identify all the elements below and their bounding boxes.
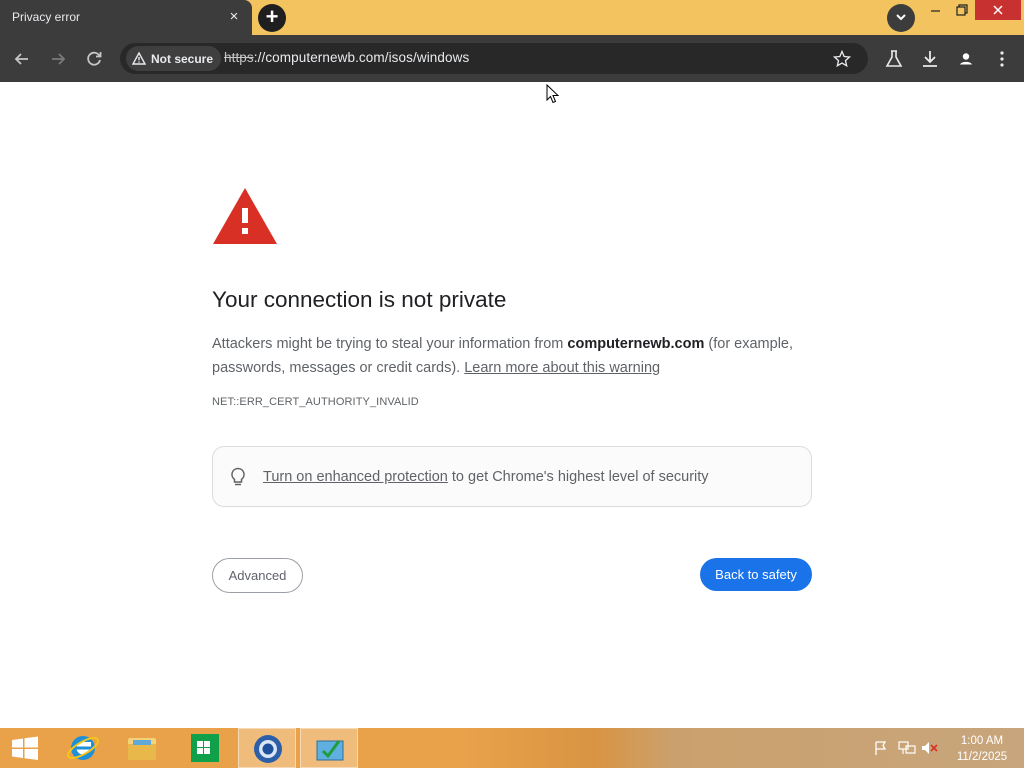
tab-strip: Privacy error × + [0,0,1024,35]
taskbar-store[interactable] [176,728,234,768]
restore-icon[interactable] [954,2,970,18]
system-clock[interactable]: 1:00 AM 11/2/2025 [948,733,1016,765]
tasks-icon [316,740,344,761]
minimize-icon[interactable] [928,2,944,18]
taskbar-chrome-beta[interactable] [238,728,296,768]
tab-close-icon[interactable]: × [226,9,242,25]
page-heading: Your connection is not private [212,287,507,312]
file-explorer-icon [128,738,156,760]
close-icon [993,5,1003,15]
explanation-text: Attackers might be trying to steal your … [212,332,812,380]
site-host: computernewb.com [567,336,705,352]
taskbar-file-explorer[interactable] [113,728,171,768]
enhanced-protection-text: Turn on enhanced protection to get Chrom… [263,469,709,485]
reload-icon[interactable] [82,47,106,71]
chevron-down-icon [896,14,906,21]
start-button[interactable] [0,728,50,768]
tab-title: Privacy error [12,10,81,24]
store-icon [191,734,219,762]
warning-triangle-icon [132,52,146,65]
window-close-button[interactable] [975,0,1021,20]
profile-avatar-icon[interactable] [954,47,978,71]
more-menu-icon[interactable] [990,47,1014,71]
back-arrow-icon[interactable] [10,47,34,71]
download-icon[interactable] [918,47,942,71]
taskbar-tasks[interactable] [300,728,358,768]
internet-explorer-icon [66,736,100,760]
new-tab-button[interactable]: + [258,4,286,32]
explanation-lead: Attackers might be trying to steal your … [212,336,568,352]
enhanced-protection-rest: to get Chrome's highest level of securit… [447,469,709,485]
error-code: NET::ERR_CERT_AUTHORITY_INVALID [212,396,419,408]
enhanced-protection-box: Turn on enhanced protection to get Chrom… [212,446,812,507]
url-rest: ://computernewb.com/isos/windows [253,50,470,65]
clock-time: 1:00 AM [960,735,1004,747]
taskbar-internet-explorer[interactable] [54,728,112,768]
learn-more-link[interactable]: Learn more about this warning [464,360,660,376]
security-chip[interactable]: Not secure [126,46,222,71]
forward-arrow-icon[interactable] [46,47,70,71]
taskbar: 1:00 AM 11/2/2025 [0,728,1024,768]
labs-flask-icon[interactable] [882,47,906,71]
warning-icon [213,188,277,244]
bookmark-star-icon[interactable] [832,49,852,69]
volume-muted-icon[interactable] [921,740,939,756]
mouse-cursor-icon [546,84,560,104]
chrome-beta-icon [254,735,282,763]
clock-date: 11/2/2025 [956,751,1008,763]
action-center-flag-icon[interactable] [873,740,889,756]
advanced-button[interactable]: Advanced [212,558,303,593]
tab-privacy-error[interactable]: Privacy error × [0,0,252,35]
back-to-safety-button[interactable]: Back to safety [700,558,812,591]
windows-logo-icon [12,736,38,760]
not-secure-label: Not secure [151,51,214,66]
tab-search-button[interactable] [887,4,915,32]
url-text[interactable]: https://computernewb.com/isos/windows [224,50,469,65]
url-scheme: https [224,50,254,65]
network-icon[interactable] [898,740,916,756]
enhanced-protection-link[interactable]: Turn on enhanced protection [263,469,448,485]
lightbulb-icon [231,467,245,486]
address-bar[interactable]: Not secure https://computernewb.com/isos… [120,43,868,74]
